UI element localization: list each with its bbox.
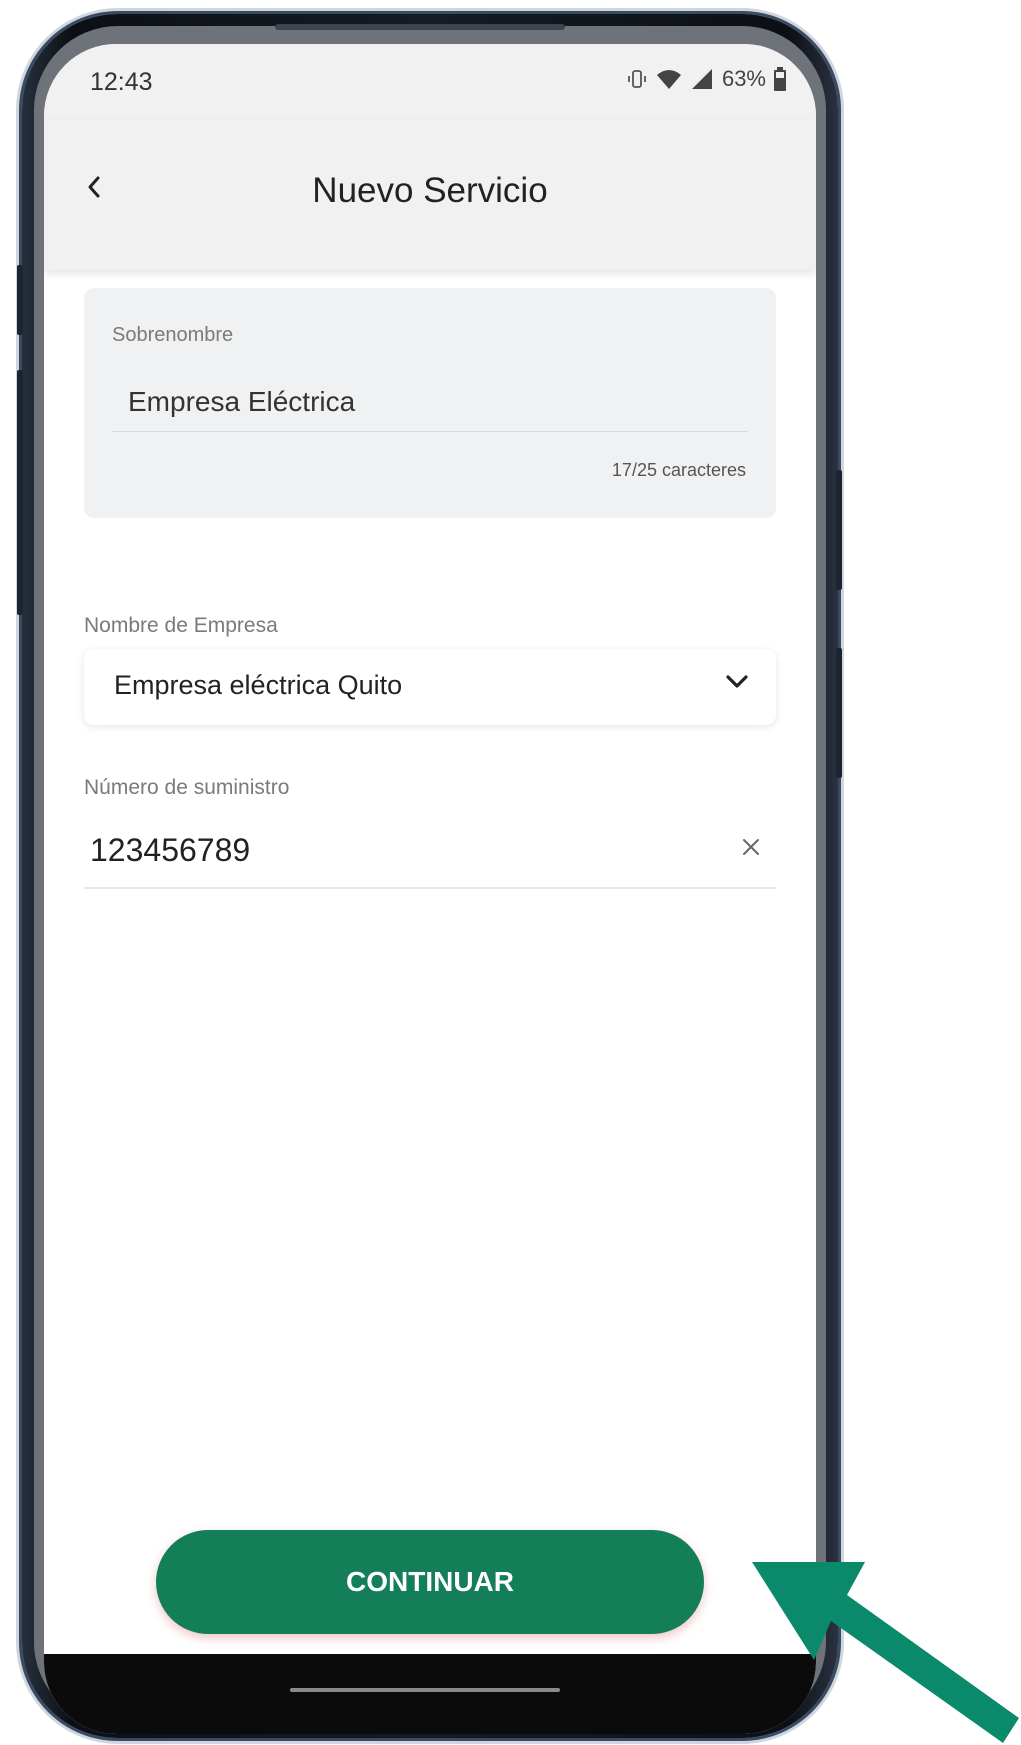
- signal-icon: [690, 68, 714, 90]
- phone-side-button: [17, 265, 23, 335]
- wifi-icon: [656, 68, 682, 90]
- supply-number-label: Número de suministro: [84, 776, 290, 799]
- phone-screen: 12:43 63% Nuevo Servicio Sobrenombre Emp…: [44, 44, 816, 1734]
- page-title: Nuevo Servicio: [312, 171, 548, 210]
- status-bar: 12:43 63%: [44, 44, 816, 119]
- status-icons: 63%: [626, 66, 786, 92]
- company-select[interactable]: Empresa eléctrica Quito: [84, 649, 776, 725]
- status-time: 12:43: [90, 68, 153, 96]
- company-label: Nombre de Empresa: [84, 614, 278, 637]
- chevron-down-icon: [724, 673, 750, 696]
- phone-side-button: [836, 470, 842, 590]
- battery-icon: [774, 67, 786, 91]
- clear-button[interactable]: [734, 832, 768, 866]
- clear-icon: [741, 837, 761, 862]
- company-selected-value: Empresa eléctrica Quito: [114, 670, 403, 700]
- nickname-label: Sobrenombre: [112, 324, 234, 346]
- pointer-arrow-icon: [752, 1562, 1019, 1743]
- home-indicator[interactable]: [290, 1688, 560, 1692]
- nickname-input[interactable]: [112, 372, 748, 432]
- app-bar: Nuevo Servicio: [44, 119, 816, 270]
- continue-button[interactable]: CONTINUAR: [156, 1530, 704, 1634]
- supply-number-input[interactable]: [84, 814, 776, 889]
- phone-side-button: [17, 370, 23, 615]
- vibrate-icon: [626, 68, 648, 90]
- nickname-char-counter: 17/25 caracteres: [611, 460, 746, 480]
- nickname-card: Sobrenombre 17/25 caracteres: [84, 288, 776, 518]
- battery-level: 63%: [721, 66, 766, 91]
- navigation-bar: [44, 1654, 816, 1734]
- phone-side-button: [836, 648, 842, 778]
- canvas: 12:43 63% Nuevo Servicio Sobrenombre Emp…: [0, 0, 1021, 1745]
- phone-speaker: [275, 24, 565, 30]
